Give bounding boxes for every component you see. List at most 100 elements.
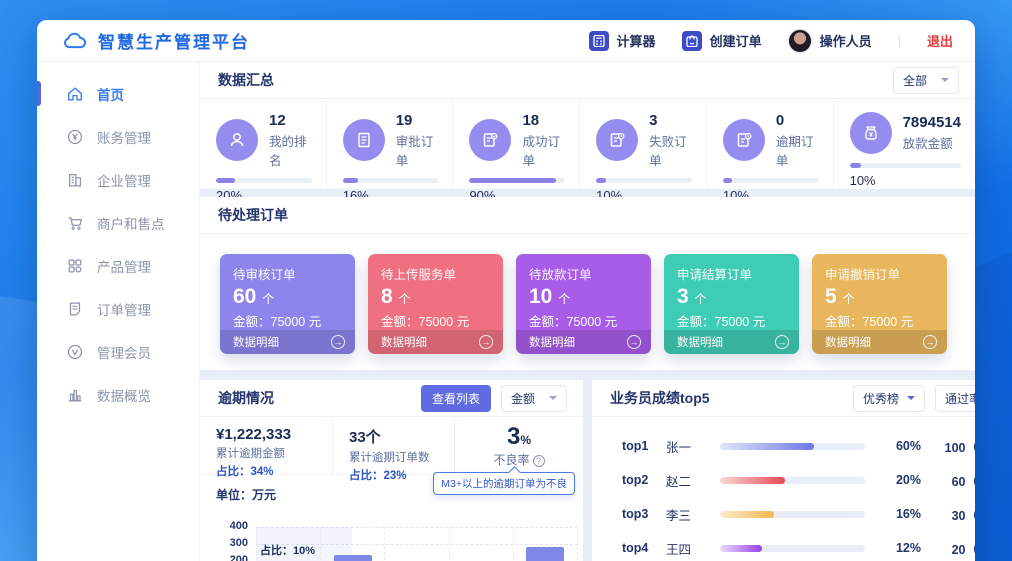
top5-progress-bar bbox=[720, 443, 865, 450]
arrow-right-icon: → bbox=[775, 335, 789, 349]
sidebar-item-label: 管理会员 bbox=[97, 342, 151, 362]
stat-label: 审批订单 bbox=[396, 131, 439, 169]
top5-title: 业务员成绩top5 bbox=[610, 388, 710, 408]
sidebar-item-label: 企业管理 bbox=[97, 170, 151, 190]
pending-card-amount: 金额：75000 元 bbox=[233, 311, 343, 330]
overdue-amount-label: 累计逾期金额 bbox=[216, 445, 332, 461]
sidebar-item-finance[interactable]: 账务管理 bbox=[37, 115, 199, 158]
pending-card-loan: 待放款订单 10 个 金额：75000 元 数据明细 → bbox=[516, 254, 651, 354]
document-check-icon bbox=[469, 119, 511, 161]
sidebar-item-enterprise[interactable]: 企业管理 bbox=[37, 158, 199, 201]
overdue-panel: 逾期情况 查看列表 金额 ¥1,222,333 累计逾期金额 占比：34% bbox=[200, 380, 583, 561]
overdue-amount-stat: ¥1,222,333 累计逾期金额 占比：34% bbox=[200, 417, 333, 474]
overdue-count-value: 33个 bbox=[349, 426, 454, 447]
logout-button[interactable]: 退出 bbox=[927, 31, 953, 50]
pending-card-review: 待审核订单 60 个 金额：75000 元 数据明细 → bbox=[220, 254, 355, 354]
pending-card-detail-link[interactable]: 数据明细 → bbox=[664, 330, 799, 354]
top5-rank-select[interactable]: 优秀榜 bbox=[853, 385, 925, 412]
y-axis-tick: 300 bbox=[216, 537, 248, 549]
stat-value: 18 bbox=[522, 112, 565, 131]
pending-card-title: 待放款订单 bbox=[529, 264, 639, 283]
chevron-down-icon bbox=[907, 396, 915, 404]
stat-label: 放款金额 bbox=[903, 133, 961, 152]
document-icon bbox=[343, 119, 385, 161]
top5-percent: 20% bbox=[883, 473, 921, 487]
pending-card-title: 待上传服务单 bbox=[381, 264, 491, 283]
overdue-title: 逾期情况 bbox=[218, 388, 274, 408]
top5-count: 30（个） bbox=[933, 505, 975, 524]
summary-filter-select[interactable]: 全部 bbox=[893, 67, 959, 94]
operator-menu[interactable]: 操作人员 bbox=[788, 29, 872, 53]
stat-value: 0 bbox=[776, 112, 819, 131]
stat-card-approve: 19 审批订单 16% bbox=[327, 99, 454, 189]
top5-percent: 60% bbox=[883, 439, 921, 453]
overdue-count-label: 累计逾期订单数 bbox=[349, 449, 454, 465]
money-bag-icon bbox=[850, 112, 892, 154]
create-order-icon bbox=[682, 31, 702, 51]
y-axis-tick: 400 bbox=[216, 520, 248, 532]
detail-label: 数据明细 bbox=[529, 334, 575, 350]
stat-card-overdue: 0 逾期订单 10% bbox=[707, 99, 834, 189]
pending-card-title: 申请结算订单 bbox=[677, 264, 787, 283]
summary-title: 数据汇总 bbox=[218, 70, 274, 90]
chart-column[interactable] bbox=[320, 527, 384, 561]
pending-card-amount: 金额：75000 元 bbox=[677, 311, 787, 330]
pending-card-count: 3 bbox=[677, 285, 689, 308]
pending-card-settle: 申请结算订单 3 个 金额：75000 元 数据明细 → bbox=[664, 254, 799, 354]
arrow-right-icon: → bbox=[627, 335, 641, 349]
pending-card-unit: 个 bbox=[262, 292, 274, 306]
home-icon bbox=[66, 85, 84, 103]
top5-rank: top1 bbox=[622, 439, 654, 453]
top5-rank: top4 bbox=[622, 541, 654, 555]
arrow-right-icon: → bbox=[331, 335, 345, 349]
app-title: 智慧生产管理平台 bbox=[98, 28, 250, 53]
app-window: 智慧生产管理平台 计算器 创建订单 操作人员 | 退出 bbox=[37, 20, 975, 561]
pending-card-title: 待审核订单 bbox=[233, 264, 343, 283]
calculator-label: 计算器 bbox=[617, 31, 656, 50]
top5-name: 王四 bbox=[666, 539, 702, 558]
view-list-button[interactable]: 查看列表 bbox=[421, 385, 491, 412]
pending-card-detail-link[interactable]: 数据明细 → bbox=[368, 330, 503, 354]
detail-label: 数据明细 bbox=[677, 334, 723, 350]
stat-label: 成功订单 bbox=[522, 131, 565, 169]
document-overdue-icon bbox=[723, 119, 765, 161]
chart-tooltip-line: 占比：10% bbox=[260, 543, 327, 560]
stat-value: 7894514 bbox=[903, 114, 961, 133]
sidebar-item-merchants[interactable]: 商户和售点 bbox=[37, 201, 199, 244]
pending-title: 待处理订单 bbox=[218, 205, 288, 225]
pending-card-unit: 个 bbox=[695, 292, 707, 306]
top5-percent: 16% bbox=[883, 507, 921, 521]
stat-card-success: 18 成功订单 90% bbox=[453, 99, 580, 189]
sidebar-item-orders[interactable]: 订单管理 bbox=[37, 287, 199, 330]
top5-metric-select[interactable]: 通过率 bbox=[935, 385, 975, 412]
sidebar-item-label: 首页 bbox=[97, 84, 124, 104]
pending-card-count: 5 bbox=[825, 285, 837, 308]
overdue-filter-select[interactable]: 金额 bbox=[501, 385, 567, 412]
sidebar-item-home[interactable]: 首页 bbox=[37, 72, 199, 115]
calculator-button[interactable]: 计算器 bbox=[589, 31, 656, 51]
help-icon[interactable]: ? bbox=[533, 455, 545, 467]
pending-card-detail-link[interactable]: 数据明细 → bbox=[812, 330, 947, 354]
document-fail-icon bbox=[596, 119, 638, 161]
pending-card-detail-link[interactable]: 数据明细 → bbox=[220, 330, 355, 354]
stat-card-failed: 3 失败订单 10% bbox=[580, 99, 707, 189]
pending-card-detail-link[interactable]: 数据明细 → bbox=[516, 330, 651, 354]
create-order-button[interactable]: 创建订单 bbox=[682, 31, 762, 51]
sidebar: 首页 账务管理 企业管理 商户和售点 产品管理 订单管理 bbox=[37, 62, 200, 561]
chart-column[interactable] bbox=[384, 527, 448, 561]
overdue-count-stat: 33个 累计逾期订单数 占比：23% bbox=[333, 417, 455, 474]
avatar bbox=[788, 29, 812, 53]
arrow-right-icon: → bbox=[923, 335, 937, 349]
user-icon bbox=[216, 119, 258, 161]
stat-percent: 10% bbox=[850, 173, 961, 188]
sidebar-item-data-overview[interactable]: 数据概览 bbox=[37, 373, 199, 416]
stat-card-loan-amount: 7894514 放款金额 10% bbox=[834, 99, 975, 189]
building-icon bbox=[66, 171, 84, 189]
chart-column[interactable] bbox=[513, 527, 578, 561]
sidebar-item-products[interactable]: 产品管理 bbox=[37, 244, 199, 287]
top5-progress-bar bbox=[720, 511, 865, 518]
sidebar-item-members[interactable]: 管理会员 bbox=[37, 330, 199, 373]
chart-column[interactable] bbox=[449, 527, 513, 561]
pending-card-count: 8 bbox=[381, 285, 393, 308]
sidebar-item-label: 账务管理 bbox=[97, 127, 151, 147]
